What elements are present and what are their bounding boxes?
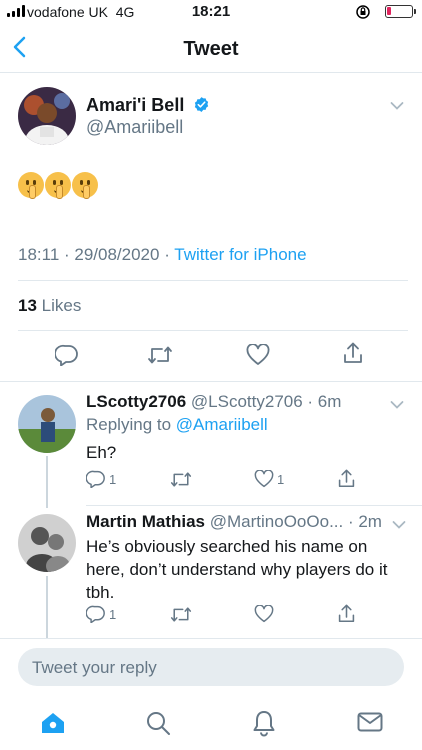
tab-search[interactable] xyxy=(145,710,171,741)
reply-button[interactable] xyxy=(54,344,79,371)
meta-divider xyxy=(18,280,408,281)
share-button[interactable] xyxy=(337,469,356,488)
reply-text: He’s obviously searched his name on here… xyxy=(86,537,388,602)
reply-time: · 2m xyxy=(347,512,382,531)
tab-notifications[interactable] xyxy=(252,709,276,742)
replying-to-link[interactable]: @Amariibell xyxy=(176,415,268,434)
share-icon xyxy=(338,604,355,623)
reply-author-name[interactable]: Martin Mathias xyxy=(86,512,205,531)
page-title: Tweet xyxy=(183,38,239,60)
thread-line xyxy=(46,576,48,638)
status-bar: vodafone UK 4G 18:21 xyxy=(0,0,422,24)
tweet-menu-button[interactable] xyxy=(390,98,404,116)
likes-count: 13 xyxy=(18,296,37,315)
retweet-icon xyxy=(170,472,192,487)
tweet-source-link[interactable]: Twitter for iPhone xyxy=(174,245,306,264)
like-button[interactable] xyxy=(254,605,274,623)
author-name-row[interactable]: Amari'i Bell xyxy=(86,95,210,116)
tweet-meta: 18:11 · 29/08/2020 · Twitter for iPhone xyxy=(18,245,307,265)
shushing-face-emoji-icon xyxy=(18,172,44,199)
home-icon xyxy=(42,713,64,733)
messages-icon xyxy=(357,712,383,732)
like-button[interactable] xyxy=(246,343,270,371)
orientation-lock-icon xyxy=(355,4,371,23)
tab-messages[interactable] xyxy=(357,712,383,737)
share-button[interactable] xyxy=(342,342,364,369)
replying-to: Replying to @Amariibell xyxy=(86,415,268,435)
chevron-down-icon xyxy=(392,521,406,529)
share-icon xyxy=(338,469,355,488)
shushing-face-emoji-icon xyxy=(45,172,71,199)
reply-icon xyxy=(86,605,105,623)
author-handle[interactable]: @Amariibell xyxy=(86,117,183,138)
reply-divider xyxy=(86,505,422,506)
likes-link[interactable]: 13 Likes xyxy=(18,296,81,316)
reply-menu-button[interactable] xyxy=(392,517,406,535)
retweet-icon xyxy=(148,346,172,364)
likes-divider xyxy=(18,330,408,331)
tab-home[interactable] xyxy=(40,711,66,740)
reply-icon xyxy=(54,344,78,367)
heart-icon xyxy=(254,605,274,623)
retweet-button[interactable] xyxy=(170,606,192,623)
chevron-down-icon xyxy=(390,401,404,409)
author-avatar[interactable] xyxy=(18,87,76,145)
heart-icon xyxy=(246,343,270,365)
retweet-button[interactable] xyxy=(170,471,192,488)
reply-input[interactable]: Tweet your reply xyxy=(18,648,404,686)
retweet-button[interactable] xyxy=(147,345,173,370)
search-icon xyxy=(147,712,170,735)
reply-avatar[interactable] xyxy=(18,395,76,453)
share-button[interactable] xyxy=(337,604,356,623)
like-button[interactable]: 1 xyxy=(254,470,284,488)
actions-divider xyxy=(0,381,422,382)
reply-text: Eh? xyxy=(86,443,117,462)
compose-divider xyxy=(0,638,422,639)
reply-count: 1 xyxy=(109,606,117,622)
likes-label: Likes xyxy=(41,296,82,315)
reply-icon xyxy=(86,470,105,488)
like-count: 1 xyxy=(277,471,285,487)
reply-author-name[interactable]: LScotty2706 xyxy=(86,392,186,411)
reply-button[interactable]: 1 xyxy=(86,605,116,623)
reply-time: · 6m xyxy=(307,392,342,411)
share-icon xyxy=(344,342,362,363)
battery-icon xyxy=(385,5,416,18)
author-name[interactable]: Amari'i Bell xyxy=(86,95,184,115)
tweet-text xyxy=(18,172,98,199)
heart-icon xyxy=(254,470,274,488)
replying-to-label: Replying to xyxy=(86,415,176,434)
reply-header: LScotty2706 @LScotty2706 · 6m xyxy=(86,392,341,412)
retweet-icon xyxy=(170,607,192,622)
reply-avatar[interactable] xyxy=(18,514,76,572)
reply-count: 1 xyxy=(109,471,117,487)
tweet-timestamp: 18:11 · 29/08/2020 · xyxy=(18,245,175,264)
reply-menu-button[interactable] xyxy=(390,397,404,415)
reply-button[interactable]: 1 xyxy=(86,470,116,488)
reply-author-handle[interactable]: @MartinoOoOo... xyxy=(210,512,343,531)
nav-divider xyxy=(0,72,422,73)
verified-badge-icon xyxy=(193,96,210,113)
reply-header: Martin Mathias @MartinoOoOo... · 2m xyxy=(86,512,382,532)
shushing-face-emoji-icon xyxy=(72,172,98,199)
chevron-down-icon xyxy=(390,102,404,110)
thread-line xyxy=(46,456,48,508)
notifications-icon xyxy=(253,711,275,737)
reply-author-handle[interactable]: @LScotty2706 xyxy=(191,392,303,411)
